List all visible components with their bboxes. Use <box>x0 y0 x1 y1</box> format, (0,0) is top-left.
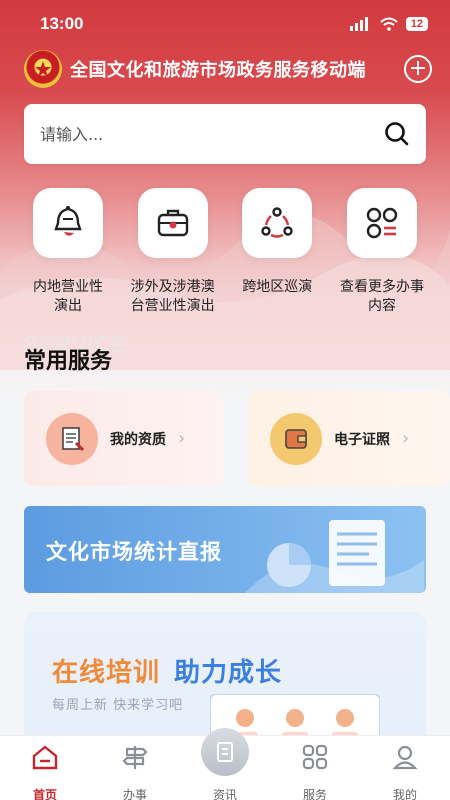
tab-label: 首页 <box>32 788 57 800</box>
tab-label: 我的 <box>392 788 417 800</box>
chevron-right-icon: › <box>178 428 186 449</box>
search-icon[interactable] <box>384 121 410 147</box>
search-bar <box>24 104 426 164</box>
tab-home[interactable]: 首页 <box>10 742 80 800</box>
plus-circle-icon[interactable]: + <box>404 55 432 83</box>
stats-illustration <box>244 520 424 593</box>
tab-news[interactable]: 资讯 <box>190 728 260 800</box>
app-header: 全国文化和旅游市场政务服务移动端 + <box>0 48 450 90</box>
quick-label: 涉外及涉港澳 台营业性演出 <box>130 279 215 314</box>
chevron-right-icon: › <box>402 428 410 449</box>
training-title-part1: 在线培训 <box>52 658 161 688</box>
stats-banner-title: 文化市场统计直报 <box>46 540 222 564</box>
service-label: 电子证照 <box>334 431 390 448</box>
tour-cycle-icon <box>242 188 313 258</box>
bell-performance-icon <box>33 188 103 258</box>
user-profile-icon <box>390 742 420 772</box>
briefcase-icon <box>137 188 208 258</box>
e-license-wallet-icon <box>270 412 322 465</box>
status-bar: 13:00 12 <box>0 0 450 48</box>
home-icon <box>30 742 60 772</box>
tab-affairs[interactable]: 办事 <box>100 742 170 800</box>
bottom-tab-bar: 首页 办事 资讯 服务 我的 <box>0 728 450 800</box>
search-input[interactable] <box>40 124 384 144</box>
quick-item-more[interactable]: 查看更多办事 内容 <box>332 188 432 316</box>
signal-icon <box>349 17 368 31</box>
signpost-icon <box>120 742 150 772</box>
quick-actions: 内地营业性 演出 涉外及涉港澳 台营业性演出 跨地区巡演 查看更多办事 内容 <box>18 188 432 316</box>
quick-label: 查看更多办事 内容 <box>339 279 424 314</box>
tab-services[interactable]: 服务 <box>280 742 350 800</box>
battery-indicator: 12 <box>405 17 428 31</box>
quick-item-tour[interactable]: 跨地区巡演 <box>227 188 327 316</box>
stats-banner[interactable]: 文化市场统计直报 <box>24 506 426 593</box>
tab-mine[interactable]: 我的 <box>370 742 440 800</box>
quick-label: 内地营业性 演出 <box>33 279 103 314</box>
service-label: 我的资质 <box>110 431 166 448</box>
training-title-part2: 助力成长 <box>174 658 283 688</box>
status-time: 13:00 <box>40 14 84 33</box>
tab-label: 资讯 <box>212 788 237 800</box>
service-card-qualification[interactable]: 我的资质 › <box>24 391 224 486</box>
service-card-e-license[interactable]: 电子证照 › <box>248 391 450 486</box>
news-doc-icon <box>201 728 249 776</box>
quick-item-foreign-performance[interactable]: 涉外及涉港澳 台营业性演出 <box>123 188 223 316</box>
quick-item-domestic-performance[interactable]: 内地营业性 演出 <box>18 188 118 316</box>
tab-label: 服务 <box>302 788 327 800</box>
app-title: 全国文化和旅游市场政务服务移动端 <box>70 60 366 81</box>
wifi-icon <box>380 17 398 31</box>
training-subtitle: 每周上新 快来学习吧 <box>52 698 184 713</box>
tab-label: 办事 <box>122 788 147 800</box>
qualification-doc-icon <box>46 412 98 465</box>
more-apps-icon <box>346 188 417 258</box>
section-title: 常用服务 <box>24 349 113 374</box>
grid-services-icon <box>300 742 330 772</box>
national-emblem-icon <box>24 50 62 88</box>
quick-label: 跨地区巡演 <box>242 279 313 295</box>
